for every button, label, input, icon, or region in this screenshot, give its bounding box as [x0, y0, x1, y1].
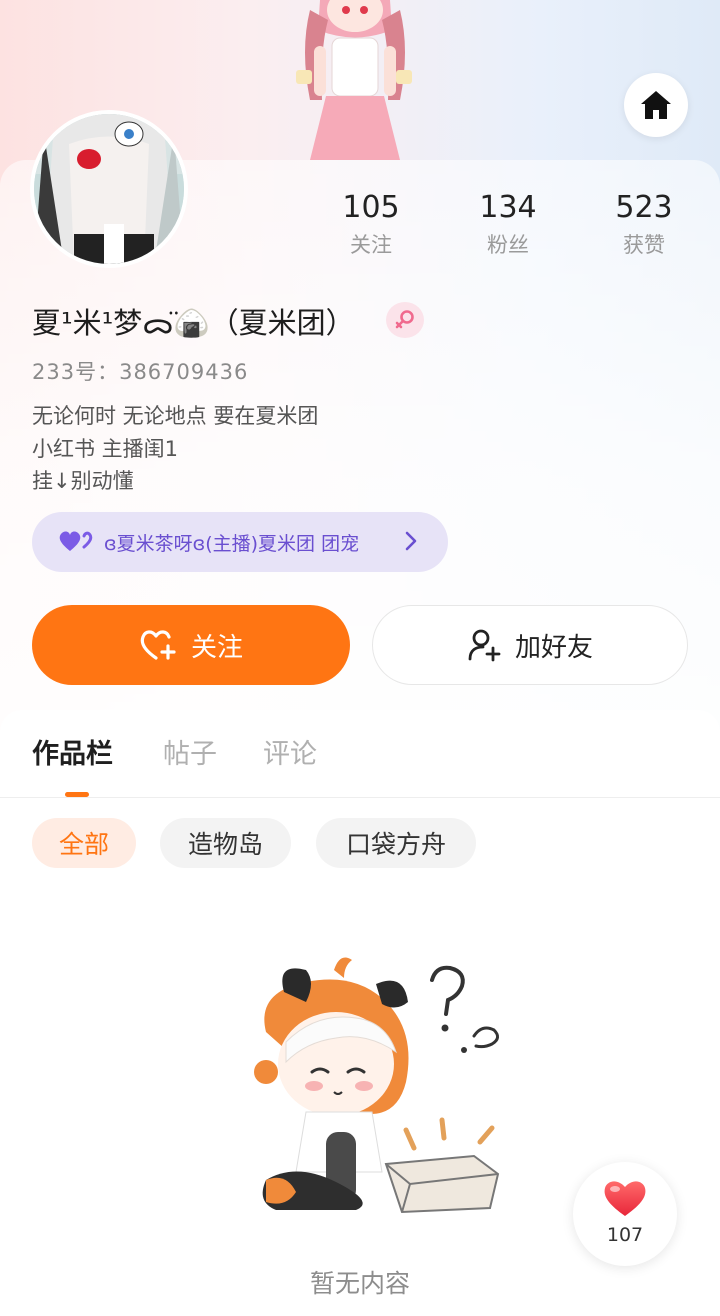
display-name-row: 夏¹米¹梦ᯅ̈🍙（夏米团） — [32, 297, 355, 345]
stat-fans[interactable]: 134 粉丝 — [453, 188, 563, 260]
filter-all[interactable]: 全部 — [32, 818, 136, 868]
add-friend-label: 加好友 — [514, 632, 593, 663]
stat-label: 粉丝 — [487, 233, 529, 257]
fan-group-text: ɞ夏米茶呀ɞ(主播)夏米团 团宠 — [104, 532, 360, 555]
stat-value: 105 — [342, 190, 400, 225]
bio-line: 挂↓别动懂 — [32, 469, 134, 493]
chevron-right-icon — [405, 531, 417, 551]
stat-label: 获赞 — [623, 233, 665, 257]
stat-following[interactable]: 105 关注 — [316, 188, 426, 260]
avatar[interactable] — [30, 110, 188, 268]
tab-comments[interactable]: 评论 — [263, 732, 317, 771]
home-button[interactable] — [624, 73, 688, 137]
bio-line: 无论何时 无论地点 要在夏米团 — [32, 404, 319, 428]
heart-plus-icon — [140, 630, 176, 660]
fan-group-chip[interactable]: ɞ夏米茶呀ɞ(主播)夏米团 团宠 — [32, 512, 448, 572]
purple-hearts-icon — [59, 531, 93, 551]
floating-like-button[interactable]: 107 — [573, 1162, 677, 1266]
bio: 无论何时 无论地点 要在夏米团 小红书 主播闺1 挂↓别动懂 — [32, 400, 318, 498]
user-id: 233号：386709436 — [32, 360, 249, 384]
like-count: 107 — [606, 1224, 644, 1246]
filter-pocket-ark[interactable]: 口袋方舟 — [316, 818, 476, 868]
bio-line: 小红书 主播闺1 — [32, 436, 179, 461]
stat-label: 关注 — [350, 233, 392, 257]
gender-badge — [386, 302, 424, 338]
tab-works[interactable]: 作品栏 — [32, 732, 113, 771]
avatar-image — [34, 114, 184, 264]
follow-label: 关注 — [190, 632, 243, 663]
display-name: 夏¹米¹梦ᯅ̈🍙（夏米团） — [32, 306, 355, 340]
add-user-icon — [468, 629, 501, 662]
filter-creation-island[interactable]: 造物岛 — [160, 818, 291, 868]
home-icon — [641, 91, 671, 119]
stat-value: 523 — [615, 190, 673, 225]
tab-posts[interactable]: 帖子 — [163, 732, 217, 771]
empty-state-illustration — [254, 957, 500, 1214]
divider — [0, 797, 720, 798]
follow-button[interactable]: 关注 — [32, 605, 350, 685]
content-tabs: 作品栏 帖子 评论 — [0, 722, 720, 798]
banner-character-image — [296, 0, 412, 160]
stat-likes[interactable]: 523 获赞 — [589, 188, 699, 260]
stat-value: 134 — [479, 190, 537, 225]
empty-state-text: 暂无内容 — [309, 1269, 410, 1298]
add-friend-button[interactable]: 加好友 — [372, 605, 688, 685]
heart-icon — [604, 1181, 646, 1216]
female-icon — [395, 310, 414, 329]
